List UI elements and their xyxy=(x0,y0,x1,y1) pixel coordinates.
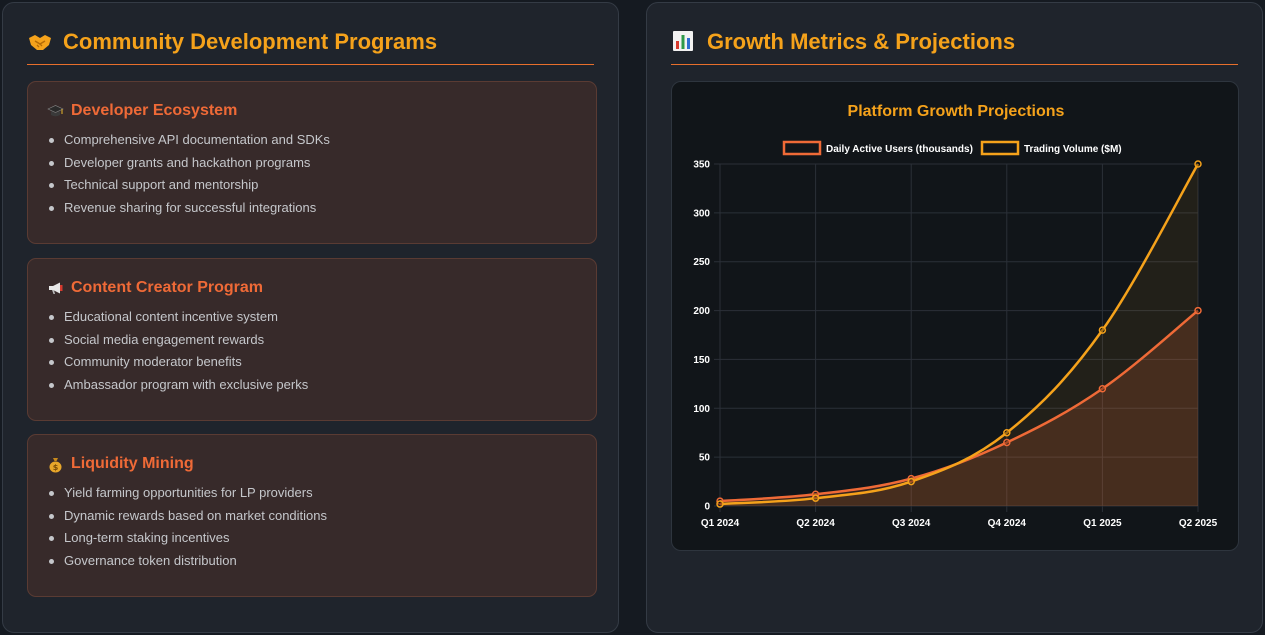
bar-chart-icon xyxy=(671,29,697,55)
card-title-text: Developer Ecosystem xyxy=(71,102,238,119)
list-item: Yield farming opportunities for LP provi… xyxy=(46,482,327,505)
data-point[interactable] xyxy=(716,500,724,508)
svg-text:$: $ xyxy=(53,463,59,472)
feature-list: Comprehensive API documentation and SDKs… xyxy=(46,129,330,220)
graduation-cap-icon xyxy=(47,103,64,120)
feature-list: Educational content incentive system Soc… xyxy=(46,306,308,397)
list-item: Long-term staking incentives xyxy=(46,527,327,550)
megaphone-icon xyxy=(47,280,64,297)
data-point[interactable] xyxy=(1098,326,1107,334)
list-item: Technical support and mentorship xyxy=(46,174,330,197)
x-tick-label: Q4 2024 xyxy=(988,518,1027,529)
data-point[interactable] xyxy=(1194,160,1202,168)
handshake-icon xyxy=(27,29,53,55)
legend-label: Trading Volume ($M) xyxy=(1024,144,1122,155)
list-item: Revenue sharing for successful integrati… xyxy=(46,197,330,220)
list-item: Educational content incentive system xyxy=(46,306,308,329)
x-tick-label: Q3 2024 xyxy=(892,518,931,529)
feature-list: Yield farming opportunities for LP provi… xyxy=(46,482,327,573)
panel-title-text: Community Development Programs xyxy=(63,29,438,54)
legend-swatch xyxy=(782,140,822,156)
y-tick-label: 300 xyxy=(693,208,710,219)
x-tick-label: Q2 2025 xyxy=(1179,518,1218,529)
y-tick-label: 350 xyxy=(693,160,710,171)
data-point[interactable] xyxy=(1194,306,1202,315)
card-title-text: Liquidity Mining xyxy=(71,455,194,472)
x-tick-label: Q1 2024 xyxy=(701,518,740,529)
list-item: Community moderator benefits xyxy=(46,351,308,374)
y-tick-label: 150 xyxy=(693,355,710,366)
chart-legend: Daily Active Users (thousands) Trading Vo… xyxy=(782,140,1122,156)
chart-title: Platform Growth Projections xyxy=(848,103,1065,120)
y-tick-label: 250 xyxy=(693,257,710,268)
chart-areas xyxy=(720,164,1198,506)
y-axis: 0 50 100 150 200 250 300 350 xyxy=(693,160,710,513)
growth-metrics-panel: Growth Metrics & Projections Platform Gr… xyxy=(646,2,1263,633)
list-item: Governance token distribution xyxy=(46,550,327,573)
money-bag-icon: $ xyxy=(47,456,64,473)
panel-title: Community Development Programs xyxy=(27,29,594,65)
card-title: Developer Ecosystem xyxy=(47,102,237,120)
data-point[interactable] xyxy=(907,477,915,486)
community-programs-panel: Community Development Programs Developer… xyxy=(2,2,619,633)
y-tick-label: 0 xyxy=(704,502,710,513)
data-point[interactable] xyxy=(1003,438,1011,447)
list-item: Developer grants and hackathon programs xyxy=(46,152,330,175)
y-tick-label: 100 xyxy=(693,404,710,415)
list-item: Ambassador program with exclusive perks xyxy=(46,374,308,397)
x-tick-label: Q2 2024 xyxy=(796,518,835,529)
x-tick-label: Q1 2025 xyxy=(1083,518,1122,529)
y-tick-label: 200 xyxy=(693,306,710,317)
card-liquidity-mining: $ Liquidity Mining Yield farming opportu… xyxy=(27,434,597,597)
data-point[interactable] xyxy=(1098,384,1107,393)
card-title-text: Content Creator Program xyxy=(71,279,264,296)
panel-title-text: Growth Metrics & Projections xyxy=(707,29,1016,54)
card-title: Content Creator Program xyxy=(47,279,263,297)
card-title: $ Liquidity Mining xyxy=(47,455,194,473)
legend-label: Daily Active Users (thousands) xyxy=(826,144,973,155)
y-tick-label: 50 xyxy=(699,453,711,464)
chart-canvas: Platform Growth Projections Daily Active… xyxy=(693,103,1218,529)
panel-title: Growth Metrics & Projections xyxy=(671,29,1238,65)
growth-chart: Platform Growth Projections Daily Active… xyxy=(671,81,1239,551)
data-point[interactable] xyxy=(1003,428,1011,437)
x-axis: Q1 2024 Q2 2024 Q3 2024 Q4 2024 Q1 2025 Q2 20… xyxy=(701,518,1218,529)
list-item: Comprehensive API documentation and SDKs xyxy=(46,129,330,152)
data-point[interactable] xyxy=(811,494,820,502)
list-item: Social media engagement rewards xyxy=(46,329,308,352)
card-content-creator: Content Creator Program Educational cont… xyxy=(27,258,597,421)
list-item: Dynamic rewards based on market conditio… xyxy=(46,505,327,528)
card-developer-ecosystem: Developer Ecosystem Comprehensive API do… xyxy=(27,81,597,244)
legend-swatch xyxy=(980,140,1020,156)
